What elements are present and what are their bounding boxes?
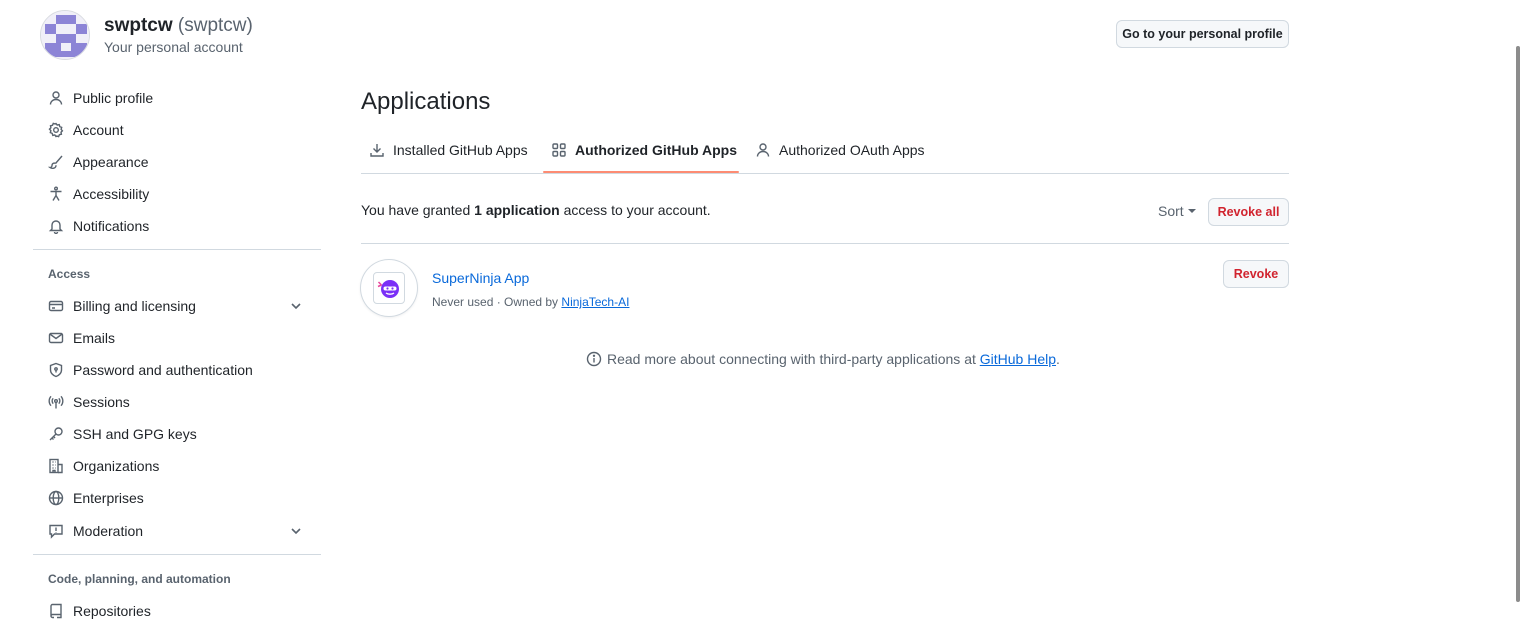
tab-authorized-oauth-apps[interactable]: Authorized OAuth Apps <box>747 134 933 166</box>
info-icon <box>586 351 602 367</box>
sidebar-item-organizations[interactable]: Organizations <box>40 451 312 481</box>
sidebar-item-label: Emails <box>73 330 116 346</box>
paintbrush-icon <box>48 154 64 170</box>
avatar[interactable] <box>40 10 90 60</box>
gear-icon <box>48 122 64 138</box>
app-meta: Never used · Owned by NinjaTech-AI <box>432 295 629 309</box>
sidebar-item-billing[interactable]: Billing and licensing <box>40 291 312 321</box>
page-title: Applications <box>361 88 491 115</box>
tab-installed-github-apps[interactable]: Installed GitHub Apps <box>361 134 536 166</box>
page-scrollbar[interactable] <box>1516 46 1520 602</box>
app-owner-link[interactable]: NinjaTech-AI <box>561 295 629 309</box>
account-subtitle: Your personal account <box>104 39 243 55</box>
person-icon <box>48 90 64 106</box>
list-divider <box>361 243 1289 244</box>
sidebar-item-label: Organizations <box>73 458 160 474</box>
tab-label: Authorized GitHub Apps <box>575 142 738 158</box>
granted-prefix: You have granted <box>361 202 471 218</box>
person-icon <box>755 142 771 158</box>
sidebar-item-appearance[interactable]: Appearance <box>40 147 312 177</box>
sort-label: Sort <box>1158 203 1184 219</box>
sidebar-item-ssh-gpg-keys[interactable]: SSH and GPG keys <box>40 419 312 449</box>
tab-authorized-github-apps[interactable]: Authorized GitHub Apps <box>543 134 745 166</box>
globe-icon <box>48 490 64 506</box>
sidebar-item-label: Enterprises <box>73 490 144 506</box>
help-message: Read more about connecting with third-pa… <box>607 351 976 367</box>
tab-label: Authorized OAuth Apps <box>779 142 925 158</box>
app-logo[interactable] <box>361 260 417 316</box>
sidebar-item-password-authentication[interactable]: Password and authentication <box>40 355 312 385</box>
sidebar-item-label: Moderation <box>73 523 144 539</box>
app-usage: Never used · Owned by <box>432 295 559 309</box>
accessibility-icon <box>48 186 64 202</box>
help-text: Read more about connecting with third-pa… <box>586 351 1060 367</box>
caret-down-icon <box>1187 209 1196 213</box>
granted-suffix: access to your account. <box>563 202 711 218</box>
tabs-divider <box>361 173 1289 174</box>
sidebar-item-label: Public profile <box>73 90 154 106</box>
revoke-all-button[interactable]: Revoke all <box>1208 198 1289 226</box>
account-login: (swptcw) <box>177 15 253 36</box>
report-icon <box>48 523 64 539</box>
sidebar-item-label: Accessibility <box>73 186 150 202</box>
sidebar-item-label: Appearance <box>73 154 149 170</box>
chevron-down-icon[interactable] <box>288 523 304 539</box>
account-name: swptcw (swptcw) <box>104 15 253 37</box>
sidebar-item-label: Sessions <box>73 394 130 410</box>
sidebar-item-accessibility[interactable]: Accessibility <box>40 179 312 209</box>
sidebar-item-label: Account <box>73 122 124 138</box>
account-display-name: swptcw <box>104 15 173 36</box>
sidebar-item-label: Password and authentication <box>73 362 253 378</box>
ninja-logo-icon <box>373 272 405 304</box>
sidebar-item-moderation[interactable]: Moderation <box>40 516 312 546</box>
sidebar-item-label: Repositories <box>73 603 151 619</box>
sidebar-divider <box>33 249 321 250</box>
go-to-profile-button[interactable]: Go to your personal profile <box>1116 20 1289 48</box>
active-tab-indicator <box>543 171 739 173</box>
sidebar-item-label: Notifications <box>73 218 150 234</box>
sort-dropdown[interactable]: Sort <box>1158 203 1196 219</box>
sidebar-item-label: SSH and GPG keys <box>73 426 197 442</box>
sidebar-item-emails[interactable]: Emails <box>40 323 312 353</box>
sidebar-item-public-profile[interactable]: Public profile <box>40 83 312 113</box>
revoke-button[interactable]: Revoke <box>1223 260 1289 288</box>
sidebar-divider <box>33 554 321 555</box>
key-icon <box>48 426 64 442</box>
granted-count: 1 application <box>474 202 560 218</box>
app-name-link[interactable]: SuperNinja App <box>432 270 529 286</box>
github-help-link[interactable]: GitHub Help <box>980 351 1056 367</box>
broadcast-icon <box>48 394 64 410</box>
chevron-down-icon[interactable] <box>288 298 304 314</box>
repo-icon <box>48 603 64 619</box>
sidebar-heading-code: Code, planning, and automation <box>48 572 231 586</box>
apps-icon <box>551 142 567 158</box>
download-icon <box>369 142 385 158</box>
mail-icon <box>48 330 64 346</box>
shield-lock-icon <box>48 362 64 378</box>
granted-summary: You have granted 1 application access to… <box>361 202 711 218</box>
sidebar-item-label: Billing and licensing <box>73 298 196 314</box>
sidebar-item-enterprises[interactable]: Enterprises <box>40 483 312 513</box>
bell-icon <box>48 218 64 234</box>
credit-card-icon <box>48 298 64 314</box>
sidebar-item-sessions[interactable]: Sessions <box>40 387 312 417</box>
sidebar-item-notifications[interactable]: Notifications <box>40 211 312 241</box>
sidebar-item-repositories[interactable]: Repositories <box>40 596 312 619</box>
organization-icon <box>48 458 64 474</box>
sidebar-heading-access: Access <box>48 267 91 281</box>
sidebar-item-account[interactable]: Account <box>40 115 312 145</box>
help-end: . <box>1056 351 1060 367</box>
tab-label: Installed GitHub Apps <box>393 142 528 158</box>
